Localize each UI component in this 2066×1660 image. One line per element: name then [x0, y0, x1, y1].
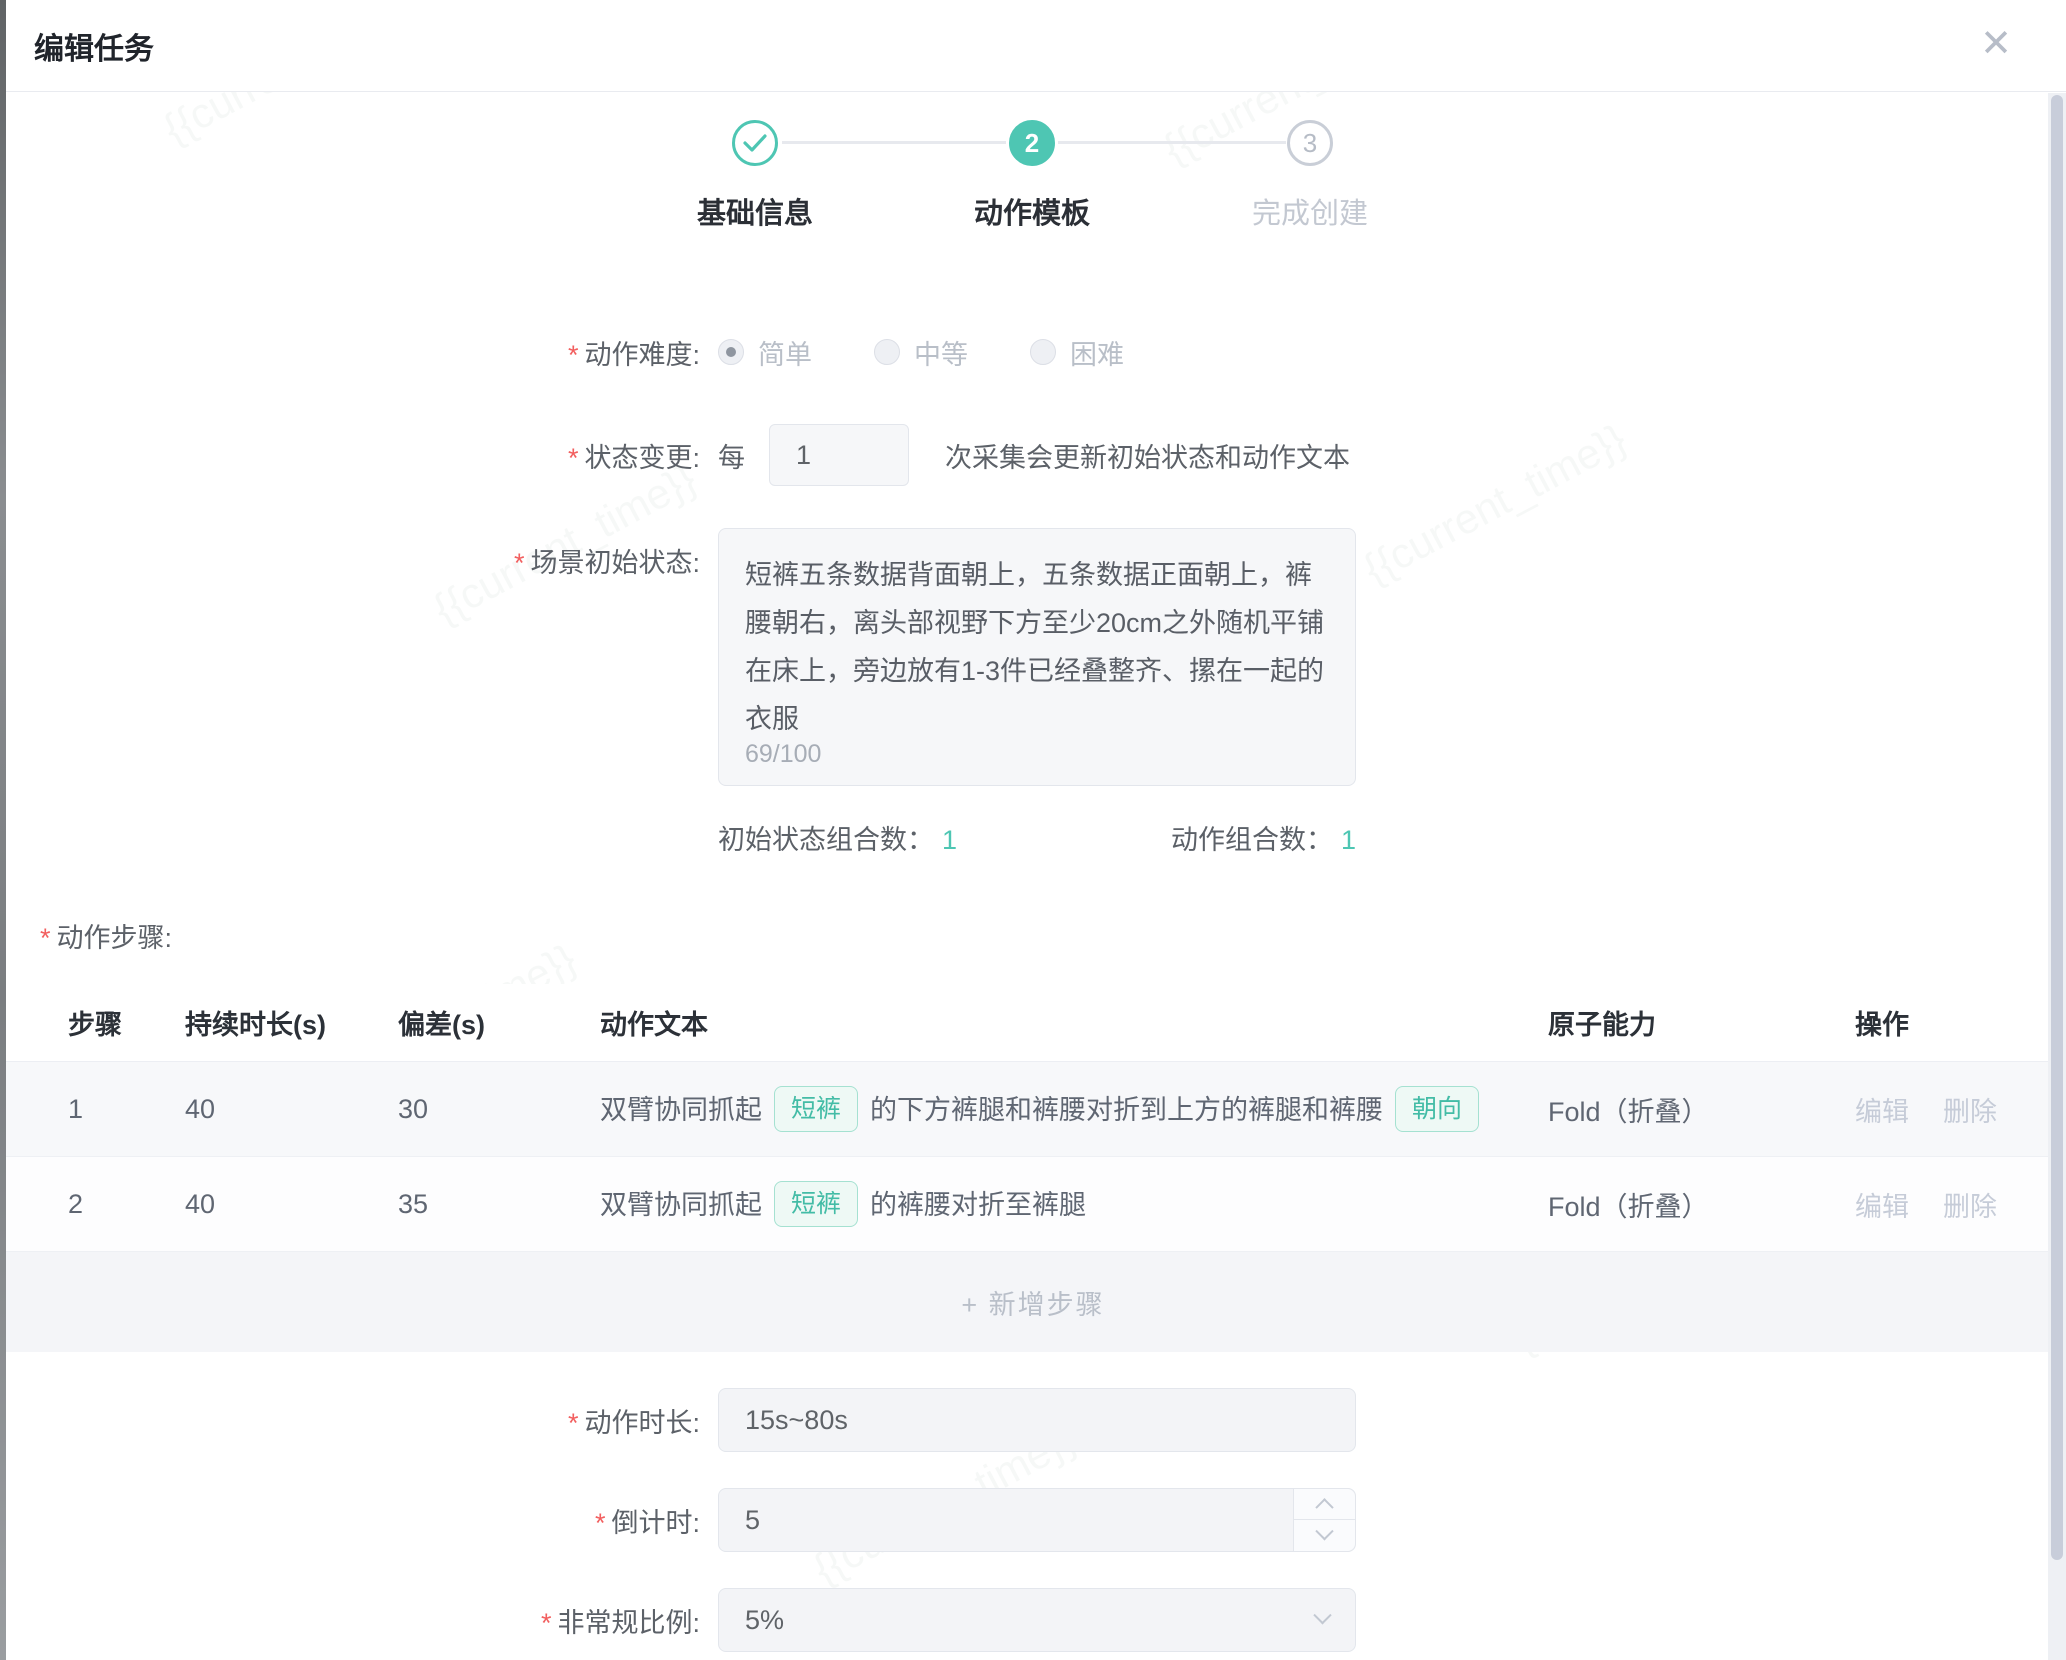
- dialog-header: 编辑任务 ✕: [0, 0, 2066, 92]
- step-2-label: 动作模板: [912, 190, 1152, 232]
- increment-button[interactable]: [1294, 1489, 1355, 1520]
- combo-stats-row: 初始状态组合数：1 动作组合数：1: [718, 818, 1356, 857]
- radio-simple[interactable]: 简单: [718, 333, 812, 372]
- delete-link[interactable]: 删除: [1943, 1192, 1997, 1222]
- initial-state-textarea[interactable]: 短裤五条数据背面朝上，五条数据正面朝上，裤腰朝右，离头部视野下方至少20cm之外…: [718, 528, 1356, 786]
- step-2-number: 2: [1025, 128, 1039, 159]
- step-3-number: 3: [1303, 128, 1317, 159]
- action-duration-input[interactable]: 15s~80s: [718, 1388, 1356, 1452]
- state-change-prefix: 每: [718, 436, 745, 475]
- chevron-down-icon: [1313, 1606, 1331, 1624]
- action-object-tag: 短裤: [774, 1181, 858, 1227]
- radio-label: 简单: [758, 333, 812, 372]
- close-icon[interactable]: ✕: [1974, 22, 2018, 66]
- step-1-label: 基础信息: [635, 190, 875, 232]
- radio-hard[interactable]: 困难: [1030, 333, 1124, 372]
- action-object-tag: 短裤: [774, 1086, 858, 1132]
- screen-edge-strip: [0, 0, 6, 1660]
- initial-combo-stat: 初始状态组合数：1: [718, 818, 957, 857]
- cell-operations: 编辑 删除: [1855, 1090, 2066, 1129]
- table-row: 14030双臂协同抓起短裤的下方裤腿和裤腰对折到上方的裤腿和裤腰朝向Fold（折…: [0, 1062, 2066, 1157]
- radio-label: 中等: [914, 333, 968, 372]
- required-asterisk: *: [514, 548, 525, 578]
- step-3-circle: 3: [1287, 120, 1333, 166]
- radio-medium[interactable]: 中等: [874, 333, 968, 372]
- col-header-action-text: 动作文本: [600, 1003, 1548, 1042]
- initial-state-text: 短裤五条数据背面朝上，五条数据正面朝上，裤腰朝右，离头部视野下方至少20cm之外…: [719, 529, 1355, 743]
- steps-table-body: 14030双臂协同抓起短裤的下方裤腿和裤腰对折到上方的裤腿和裤腰朝向Fold（折…: [0, 1062, 2066, 1252]
- edit-link[interactable]: 编辑: [1855, 1097, 1909, 1127]
- steps-table-header: 步骤 持续时长(s) 偏差(s) 动作文本 原子能力 操作: [0, 984, 2066, 1062]
- action-combo-stat: 动作组合数：1: [1171, 818, 1356, 857]
- difficulty-row: *动作难度: 简单 中等 困难: [0, 322, 2066, 382]
- difficulty-radio-group: 简单 中等 困难: [718, 333, 1186, 372]
- action-duration-label: *动作时长:: [0, 1401, 700, 1440]
- delete-link[interactable]: 删除: [1943, 1097, 1997, 1127]
- col-header-step: 步骤: [68, 1003, 185, 1042]
- edit-link[interactable]: 编辑: [1855, 1192, 1909, 1222]
- col-header-ability: 原子能力: [1548, 1003, 1855, 1042]
- scrollbar-track[interactable]: [2048, 93, 2066, 1660]
- step-3-label: 完成创建: [1190, 190, 1430, 232]
- cell-action-text: 双臂协同抓起短裤的裤腰对折至裤腿: [600, 1181, 1548, 1227]
- char-counter: 69/100: [745, 740, 821, 769]
- initial-combo-value: 1: [942, 825, 957, 855]
- state-change-row: *状态变更: 每 1 次采集会更新初始状态和动作文本: [0, 424, 2066, 486]
- edit-task-dialog: {{current_time}} {{current_time}} {{curr…: [0, 0, 2066, 1660]
- step-1-circle: [732, 120, 778, 166]
- radio-icon: [874, 339, 900, 365]
- step-connector: [782, 141, 1006, 144]
- scrollbar-thumb[interactable]: [2051, 95, 2063, 1560]
- col-header-deviation: 偏差(s): [398, 1003, 600, 1042]
- required-asterisk: *: [595, 1508, 606, 1538]
- steps-table: 步骤 持续时长(s) 偏差(s) 动作文本 原子能力 操作 14030双臂协同抓…: [0, 984, 2066, 1352]
- cell-duration: 40: [185, 1094, 398, 1125]
- cell-ability: Fold（折叠）: [1548, 1185, 1855, 1224]
- state-change-input[interactable]: 1: [769, 424, 909, 486]
- step-2-circle: 2: [1009, 120, 1055, 166]
- cell-action-text: 双臂协同抓起短裤的下方裤腿和裤腰对折到上方的裤腿和裤腰朝向: [600, 1086, 1548, 1132]
- action-object-tag: 朝向: [1395, 1086, 1479, 1132]
- cell-ability: Fold（折叠）: [1548, 1090, 1855, 1129]
- countdown-row: *倒计时: 5: [0, 1488, 2066, 1552]
- difficulty-label: *动作难度:: [0, 333, 700, 372]
- radio-icon: [718, 339, 744, 365]
- unusual-ratio-label: *非常规比例:: [0, 1601, 700, 1640]
- table-row: 24035双臂协同抓起短裤的裤腰对折至裤腿Fold（折叠）编辑 删除: [0, 1157, 2066, 1252]
- cell-step: 1: [68, 1094, 185, 1125]
- initial-state-label: *场景初始状态:: [0, 541, 700, 580]
- action-combo-value: 1: [1341, 825, 1356, 855]
- chevron-down-icon: [1315, 1522, 1333, 1540]
- required-asterisk: *: [541, 1608, 552, 1638]
- check-icon: [743, 133, 767, 153]
- state-change-suffix: 次采集会更新初始状态和动作文本: [945, 436, 1350, 475]
- cell-operations: 编辑 删除: [1855, 1185, 2066, 1224]
- decrement-button[interactable]: [1294, 1520, 1355, 1551]
- number-spinner: [1293, 1489, 1355, 1551]
- radio-icon: [1030, 339, 1056, 365]
- required-asterisk: *: [568, 340, 579, 370]
- state-change-label: *状态变更:: [0, 436, 700, 475]
- dialog-title: 编辑任务: [34, 24, 154, 68]
- countdown-input[interactable]: 5: [718, 1488, 1356, 1552]
- cell-duration: 40: [185, 1189, 398, 1220]
- cell-deviation: 35: [398, 1189, 600, 1220]
- required-asterisk: *: [568, 443, 579, 473]
- required-asterisk: *: [40, 923, 51, 953]
- unusual-ratio-select[interactable]: 5%: [718, 1588, 1356, 1652]
- steps-section-label: *动作步骤:: [40, 916, 172, 955]
- unusual-ratio-row: *非常规比例: 5%: [0, 1588, 2066, 1652]
- col-header-duration: 持续时长(s): [185, 1003, 398, 1042]
- cell-deviation: 30: [398, 1094, 600, 1125]
- stepper: 基础信息 2 动作模板 3 完成创建: [0, 92, 2066, 252]
- chevron-up-icon: [1315, 1498, 1333, 1516]
- col-header-operation: 操作: [1855, 1003, 2066, 1042]
- action-duration-row: *动作时长: 15s~80s: [0, 1388, 2066, 1452]
- required-asterisk: *: [568, 1408, 579, 1438]
- add-step-button[interactable]: + 新增步骤: [0, 1252, 2066, 1352]
- cell-step: 2: [68, 1189, 185, 1220]
- countdown-label: *倒计时:: [0, 1501, 700, 1540]
- radio-label: 困难: [1070, 333, 1124, 372]
- step-connector: [1058, 141, 1286, 144]
